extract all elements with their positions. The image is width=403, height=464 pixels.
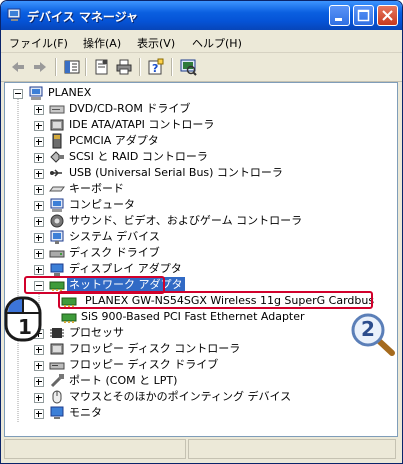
tree-item-label: ディスプレイ アダプタ [69,262,182,275]
expand-icon[interactable] [34,393,44,403]
menu-action[interactable]: 操作(A) [83,35,121,51]
collapse-icon[interactable] [13,89,23,99]
menu-file[interactable]: ファイル(F) [9,35,68,51]
expand-icon[interactable] [34,217,44,227]
tree-item-label: フロッピー ディスク コントローラ [69,342,241,355]
expand-icon[interactable] [34,265,44,275]
tree-item-label: SCSI と RAID コントローラ [69,150,208,163]
print-icon[interactable] [115,58,133,76]
tree-item-label: システム デバイス [69,230,160,243]
help-icon[interactable]: ? [147,58,165,76]
expand-icon[interactable] [34,409,44,419]
tree-item-label: PCMCIA アダプタ [69,134,159,147]
tree-item-label: IDE ATA/ATAPI コントローラ [69,118,215,131]
computer-icon [50,198,64,212]
computer-icon [29,86,43,100]
tree-item-label: マウスとそのほかのポインティング デバイス [69,390,292,403]
expand-icon[interactable] [34,153,44,163]
status-pane-2 [188,439,396,459]
tree-item-label: フロッピー ディスク ドライブ [69,358,219,371]
maximize-button[interactable] [353,5,374,26]
expand-icon[interactable] [34,345,44,355]
ide-controller-icon [50,119,64,131]
toolbar-separator [85,58,87,76]
toolbar-separator [55,58,57,76]
close-icon [382,10,393,21]
expand-icon[interactable] [34,169,44,179]
port-icon [50,374,64,388]
processor-icon [50,328,64,338]
toolbar-separator [171,58,173,76]
keyboard-icon [49,186,65,192]
minimize-button[interactable] [329,5,350,26]
tree-item-label: サウンド、ビデオ、およびゲーム コントローラ [69,214,303,227]
root-label: PLANEX [48,86,92,99]
floppy-drive-icon [49,362,65,370]
sound-icon [50,214,64,228]
dvd-drive-icon [49,105,65,114]
svg-text:?: ? [152,62,158,75]
title-bar[interactable]: デバイス マネージャ [1,1,402,30]
display-adapter-icon [50,263,64,276]
step-1-number: 1 [18,315,32,339]
system-device-icon [50,230,64,244]
scan-hardware-icon[interactable] [179,58,197,76]
tree-item-label: ポート (COM と LPT) [69,374,178,387]
expand-icon[interactable] [34,105,44,115]
maximize-icon [357,9,370,22]
device-manager-icon [7,8,21,21]
device-tree: PLANEX DVD/CD-ROM ドライブ IDE ATA/ATAPI コントロ… [4,82,398,437]
tree-item-label: プロセッサ [69,326,124,339]
expand-icon[interactable] [34,249,44,259]
menu-help[interactable]: ヘルプ(H) [192,35,242,51]
step-2-magnifier-icon [351,313,395,356]
minimize-icon [335,18,342,21]
device-manager-window: デバイス マネージャ ファイル(F) 操作(A) 表示(V) ヘルプ(H) ? [0,0,403,464]
toolbar: ? [1,53,402,82]
forward-icon[interactable] [31,58,49,76]
step-2-number: 2 [361,317,375,341]
usb-icon [50,169,62,177]
show-hide-tree-icon[interactable] [63,58,81,76]
status-bar [4,438,398,459]
pcmcia-icon [52,133,62,149]
toolbar-separator [139,58,141,76]
menu-view[interactable]: 表示(V) [137,35,175,51]
expand-icon[interactable] [34,377,44,387]
tree-item-label: キーボード [69,182,124,195]
mouse-icon [52,390,62,404]
expand-icon[interactable] [34,201,44,211]
scsi-icon [50,151,64,163]
expand-icon[interactable] [34,121,44,131]
expand-icon[interactable] [34,233,44,243]
tree-item-label: DVD/CD-ROM ドライブ [69,102,191,115]
expand-icon[interactable] [34,185,44,195]
back-icon[interactable] [9,58,27,76]
status-pane-1 [4,439,186,459]
disk-drive-icon [49,250,65,258]
window-title: デバイス マネージャ [27,10,138,24]
tree-item-label: コンピュータ [69,198,135,211]
expand-icon[interactable] [34,361,44,371]
sis-adapter-label: SiS 900-Based PCI Fast Ethernet Adapter [81,310,305,323]
monitor-icon [50,406,64,419]
tree-item-label: USB (Universal Serial Bus) コントローラ [69,166,283,179]
floppy-controller-icon [50,343,64,355]
menu-bar: ファイル(F) 操作(A) 表示(V) ヘルプ(H) [1,30,402,53]
properties-icon[interactable] [93,58,111,76]
close-button[interactable] [377,5,398,26]
planex-highlight [58,291,373,309]
tree-item-label: モニタ [69,406,102,419]
tree-item-label: ディスク ドライブ [69,246,160,259]
network-card-icon [61,313,77,323]
expand-icon[interactable] [34,137,44,147]
